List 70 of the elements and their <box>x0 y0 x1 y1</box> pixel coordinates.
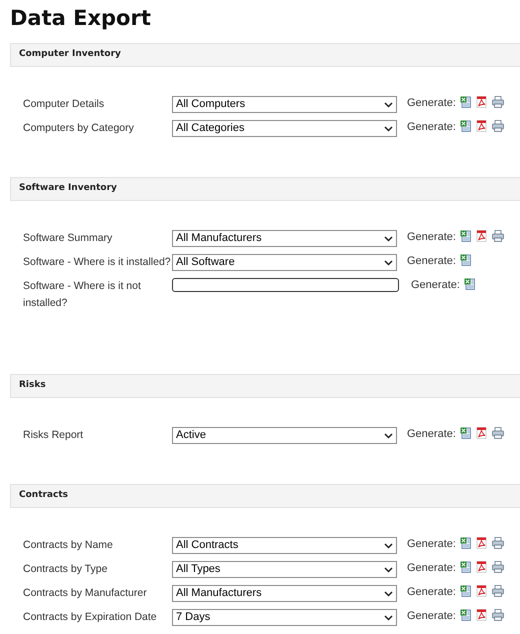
report-label: Computer Details <box>23 97 106 112</box>
spreadsheet-icon[interactable] <box>460 254 471 266</box>
chevron-down-icon <box>384 432 393 438</box>
pdf-icon[interactable] <box>476 120 487 132</box>
spreadsheet-icon[interactable] <box>460 120 471 132</box>
section-header: Contracts <box>10 484 520 508</box>
chevron-down-icon <box>384 542 393 548</box>
generate-label: Generate: <box>407 96 456 111</box>
dropdown-select[interactable]: 7 Days <box>172 609 397 626</box>
chevron-down-icon <box>384 126 393 132</box>
dropdown-select[interactable]: All Computers <box>172 96 397 113</box>
chevron-down-icon <box>384 590 393 596</box>
chevron-down-icon <box>384 566 393 572</box>
report-label: Contracts by Manufacturer <box>23 586 148 601</box>
chevron-down-icon <box>384 614 393 620</box>
pdf-icon[interactable] <box>476 585 487 597</box>
dropdown-select[interactable]: All Types <box>172 561 397 578</box>
generate-label: Generate: <box>407 230 456 245</box>
pdf-icon[interactable] <box>476 537 487 549</box>
report-label: Risks Report <box>23 428 84 443</box>
generate-label: Generate: <box>407 254 456 269</box>
printer-icon[interactable] <box>492 96 504 108</box>
pdf-icon[interactable] <box>476 609 487 621</box>
pdf-icon[interactable] <box>476 561 487 573</box>
dropdown-select[interactable]: All Categories <box>172 120 397 137</box>
spreadsheet-icon[interactable] <box>460 585 471 597</box>
pdf-icon[interactable] <box>476 427 487 439</box>
printer-icon[interactable] <box>492 609 504 621</box>
dropdown-select[interactable]: All Manufacturers <box>172 230 397 247</box>
generate-label: Generate: <box>407 609 456 624</box>
printer-icon[interactable] <box>492 230 504 242</box>
report-label: Contracts by Type <box>23 562 108 577</box>
spreadsheet-icon[interactable] <box>460 609 471 621</box>
pdf-icon[interactable] <box>476 230 487 242</box>
printer-icon[interactable] <box>492 537 504 549</box>
spreadsheet-icon[interactable] <box>460 537 471 549</box>
spreadsheet-icon[interactable] <box>460 230 471 242</box>
generate-label: Generate: <box>407 537 456 552</box>
report-label: Software - Where is it not installed? <box>23 279 142 311</box>
report-label: Contracts by Name <box>23 538 114 553</box>
dropdown-select[interactable]: Active <box>172 427 397 444</box>
pdf-icon[interactable] <box>476 96 487 108</box>
printer-icon[interactable] <box>492 120 504 132</box>
spreadsheet-icon[interactable] <box>460 96 471 108</box>
generate-label: Generate: <box>407 585 456 600</box>
page-title: Data Export <box>9 5 152 32</box>
spreadsheet-icon[interactable] <box>460 427 471 439</box>
report-label: Software - Where is it installed? <box>23 255 172 270</box>
printer-icon[interactable] <box>492 427 504 439</box>
printer-icon[interactable] <box>492 561 504 573</box>
chevron-down-icon <box>384 236 393 242</box>
dropdown-select[interactable]: All Software <box>172 254 397 271</box>
spreadsheet-icon[interactable] <box>460 561 471 573</box>
chevron-down-icon <box>384 260 393 266</box>
generate-label: Generate: <box>407 120 456 135</box>
chevron-down-icon <box>384 102 393 108</box>
spreadsheet-icon[interactable] <box>464 278 475 290</box>
section-header: Computer Inventory <box>10 43 520 67</box>
dropdown-select[interactable]: All Contracts <box>172 537 397 554</box>
report-label: Software Summary <box>23 231 114 246</box>
section-header: Risks <box>10 374 520 398</box>
dropdown-select[interactable]: All Manufacturers <box>172 585 397 602</box>
printer-icon[interactable] <box>492 585 504 597</box>
generate-label: Generate: <box>411 278 460 293</box>
report-label: Contracts by Expiration Date <box>23 610 158 625</box>
generate-label: Generate: <box>407 561 456 576</box>
input-field[interactable] <box>172 278 399 292</box>
report-label: Computers by Category <box>23 121 135 136</box>
generate-label: Generate: <box>407 427 456 442</box>
section-header: Software Inventory <box>10 177 520 201</box>
